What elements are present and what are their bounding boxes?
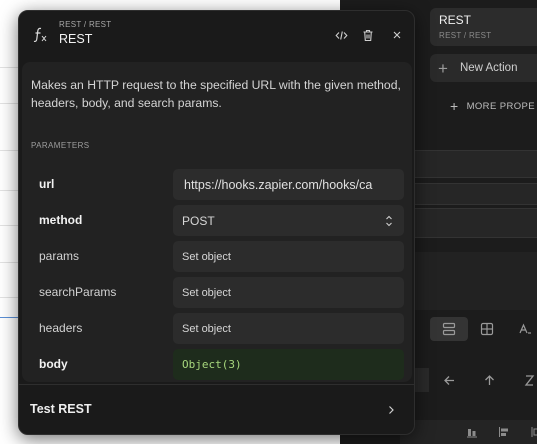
arrow-up-icon: [484, 374, 494, 385]
alignment-toolbar: [400, 420, 537, 444]
headers-object-field[interactable]: Set object: [173, 313, 404, 344]
test-action-label: Test REST: [30, 402, 92, 416]
wrap-icon: [524, 374, 535, 386]
stack-layout-button[interactable]: [430, 317, 468, 341]
action-popover: REST / REST REST Makes an HTTP request t…: [18, 10, 415, 435]
text-icon: [519, 323, 531, 334]
layout-toolbar: [430, 315, 537, 343]
popover-title: REST: [59, 32, 93, 46]
wrap-button[interactable]: [510, 368, 537, 392]
parameters-heading: PARAMETERS: [31, 141, 90, 150]
popover-body: Makes an HTTP request to the specified U…: [22, 62, 412, 382]
stack-icon: [442, 322, 456, 336]
canvas-divider: [0, 225, 20, 226]
method-value: POST: [182, 213, 215, 228]
align-bottom-icon[interactable]: [466, 426, 478, 438]
param-label-body: body: [39, 357, 68, 371]
trash-icon: [363, 29, 373, 41]
param-label-method: method: [39, 213, 83, 227]
delete-button[interactable]: [359, 26, 377, 44]
canvas-divider: [0, 190, 20, 191]
canvas-divider: [0, 150, 20, 151]
test-action-row[interactable]: Test REST: [19, 384, 414, 434]
grid-icon: [480, 322, 494, 336]
rest-action-card[interactable]: REST REST / REST: [430, 8, 537, 46]
param-label-searchparams: searchParams: [39, 285, 117, 299]
param-label-headers: headers: [39, 321, 83, 335]
sidebar-row: [410, 208, 537, 238]
chevron-right-icon: [389, 406, 394, 414]
canvas-divider: [0, 297, 20, 298]
canvas-divider: [0, 262, 20, 263]
new-action-button[interactable]: + New Action: [430, 54, 537, 82]
arrow-left-icon: [443, 375, 454, 385]
sidebar-section: [410, 252, 537, 310]
code-icon: [334, 30, 348, 40]
canvas-divider: [0, 67, 20, 68]
canvas-divider: [0, 103, 20, 104]
more-properties-label: MORE PROPE: [466, 100, 535, 112]
text-layout-button[interactable]: [506, 317, 537, 341]
more-properties-button[interactable]: + MORE PROPE: [450, 97, 535, 115]
plus-icon: +: [450, 98, 459, 114]
plus-icon: +: [438, 58, 448, 78]
close-button[interactable]: [388, 26, 406, 44]
direction-toolbar: [400, 368, 537, 392]
popover-header: REST / REST REST: [19, 11, 414, 61]
action-description: Makes an HTTP request to the specified U…: [31, 78, 401, 110]
sidebar-row: [410, 183, 537, 205]
grid-layout-button[interactable]: [468, 317, 506, 341]
sidebar-row: [410, 150, 537, 178]
align-left-icon[interactable]: [498, 426, 510, 438]
view-code-button[interactable]: [332, 26, 350, 44]
new-action-label: New Action: [459, 62, 518, 74]
rest-card-title: REST: [439, 13, 472, 27]
method-select[interactable]: POST: [173, 205, 404, 236]
url-input[interactable]: https://hooks.zapier.com/hooks/ca: [173, 169, 404, 200]
align-edge-icon[interactable]: [530, 426, 537, 438]
param-label-url: url: [39, 177, 55, 191]
body-code-field[interactable]: Object(3): [173, 349, 404, 380]
arrow-left-button[interactable]: [429, 368, 469, 392]
breadcrumb: REST / REST: [59, 20, 112, 29]
close-icon: [393, 31, 401, 39]
chevron-updown-icon: [386, 215, 392, 226]
searchparams-object-field[interactable]: Set object: [173, 277, 404, 308]
rest-card-subtitle: REST / REST: [439, 31, 492, 40]
arrow-up-button[interactable]: [469, 368, 509, 392]
params-object-field[interactable]: Set object: [173, 241, 404, 272]
param-label-params: params: [39, 249, 80, 263]
fx-icon: [33, 27, 47, 43]
